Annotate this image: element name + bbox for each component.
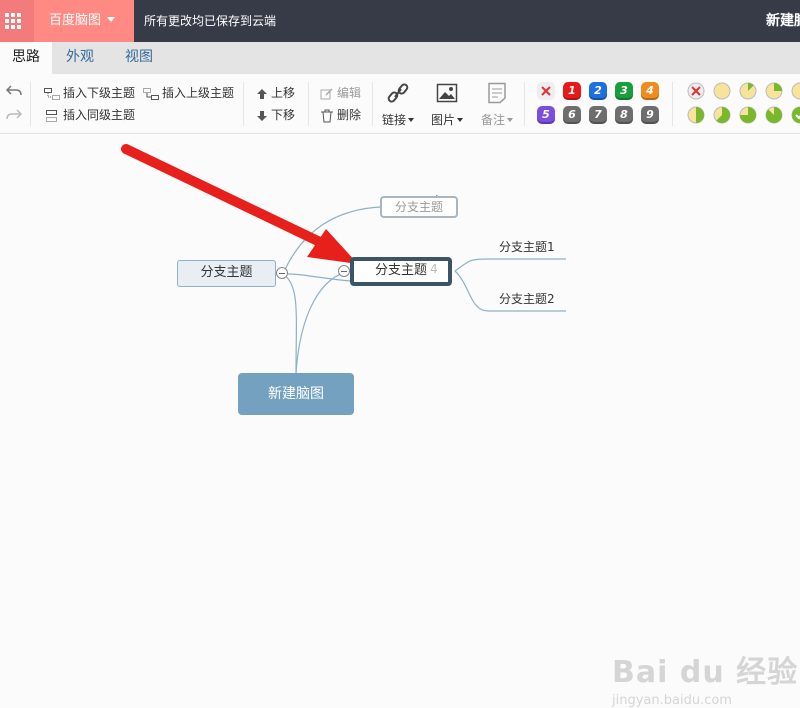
link-label: 链接: [381, 113, 406, 127]
save-status: 所有更改均已保存到云端: [144, 14, 277, 28]
link-icon: [387, 83, 409, 103]
priority-6[interactable]: 6: [563, 106, 581, 124]
move-up-button[interactable]: 上移: [256, 84, 295, 101]
insert-child-label: 插入下级主题: [63, 86, 136, 100]
image-icon: [436, 83, 458, 103]
tab-view[interactable]: 视图: [108, 42, 170, 74]
priority-8[interactable]: 8: [615, 106, 633, 124]
priority-9[interactable]: 9: [641, 106, 659, 124]
apps-grid-button[interactable]: [0, 0, 34, 42]
insert-parent-button[interactable]: 插入上级主题: [143, 84, 234, 101]
edit-button[interactable]: 编辑: [320, 84, 361, 101]
image-button[interactable]: 图片: [427, 82, 467, 128]
watermark-main: Bai du 经验: [612, 655, 799, 690]
mindmap-canvas[interactable]: 分支主题 分支主题 分支主题 4 分支主题1 分支主题2 新建脑图 Bai du…: [0, 135, 800, 708]
progress-7[interactable]: [739, 106, 757, 124]
progress-8[interactable]: [765, 106, 783, 124]
ghost-topic-suffix: 4: [430, 262, 438, 276]
watermark: Bai du 经验 jingyan.baidu.com: [612, 647, 798, 708]
note-icon: [488, 82, 506, 104]
progress-2[interactable]: [739, 82, 757, 100]
leaf-topic-2[interactable]: 分支主题2: [499, 290, 555, 307]
insert-sibling-label: 插入同级主题: [63, 108, 136, 122]
progress-1[interactable]: [713, 82, 731, 100]
progress-5[interactable]: [687, 106, 705, 124]
brand-label: 百度脑图: [49, 13, 102, 28]
progress-3[interactable]: [765, 82, 783, 100]
brand-menu-button[interactable]: 百度脑图: [34, 0, 134, 42]
arrow-up-icon: [257, 88, 267, 99]
root-topic-node[interactable]: 新建脑图: [238, 373, 354, 415]
priority-7[interactable]: 7: [589, 106, 607, 124]
tab-bar: 思路 外观 视图: [0, 42, 800, 74]
image-label: 图片: [430, 113, 455, 127]
priority-4[interactable]: 4: [641, 82, 659, 100]
redo-icon[interactable]: [5, 107, 23, 123]
progress-remove[interactable]: [687, 82, 705, 100]
trash-icon: [321, 109, 333, 122]
move-up-label: 上移: [271, 86, 296, 100]
priority-5[interactable]: 5: [537, 106, 555, 124]
edit-label: 编辑: [337, 86, 362, 100]
arrow-down-icon: [257, 110, 267, 121]
link-button[interactable]: 链接: [378, 82, 418, 128]
insert-sibling-button[interactable]: 插入同级主题: [44, 106, 135, 123]
document-title[interactable]: 新建脑图: [766, 0, 800, 42]
insert-parent-icon: [143, 87, 159, 100]
delete-label: 删除: [337, 108, 362, 122]
note-label: 备注: [480, 113, 505, 127]
remove-icon: [541, 86, 551, 96]
delete-button[interactable]: 删除: [320, 106, 361, 123]
priority-remove[interactable]: [537, 82, 555, 100]
progress-9[interactable]: [791, 106, 800, 124]
tab-idea[interactable]: 思路: [0, 42, 52, 74]
top-bar: 百度脑图 所有更改均已保存到云端 新建脑图: [0, 0, 800, 42]
edit-icon: [320, 87, 333, 99]
selected-topic-label: 分支主题: [374, 263, 427, 278]
progress-6[interactable]: [713, 106, 731, 124]
toolbar: 插入下级主题 插入上级主题 插入同级主题 上移 下移 编辑 删除 链接 图片 备…: [0, 74, 800, 134]
leaf-topic-1[interactable]: 分支主题1: [499, 238, 555, 255]
ghost-topic-node[interactable]: 分支主题: [380, 196, 458, 218]
progress-4[interactable]: [791, 82, 800, 100]
insert-child-button[interactable]: 插入下级主题: [44, 84, 135, 101]
grid-icon: [5, 13, 21, 29]
move-down-label: 下移: [271, 108, 296, 122]
priority-3[interactable]: 3: [615, 82, 633, 100]
priority-1[interactable]: 1: [563, 82, 581, 100]
insert-parent-label: 插入上级主题: [162, 86, 235, 100]
insert-sibling-icon: [46, 109, 57, 122]
caret-down-icon: [107, 17, 116, 22]
collapse-toggle[interactable]: [338, 265, 350, 277]
main-topic-node[interactable]: 分支主题: [177, 260, 276, 287]
tab-appearance[interactable]: 外观: [52, 42, 108, 74]
move-down-button[interactable]: 下移: [256, 106, 295, 123]
priority-2[interactable]: 2: [589, 82, 607, 100]
note-button[interactable]: 备注: [476, 82, 518, 128]
collapse-toggle[interactable]: [276, 267, 288, 279]
undo-icon[interactable]: [5, 83, 23, 99]
annotation-arrow: [121, 144, 358, 264]
insert-child-icon: [44, 87, 60, 100]
watermark-sub: jingyan.baidu.com: [612, 693, 732, 708]
